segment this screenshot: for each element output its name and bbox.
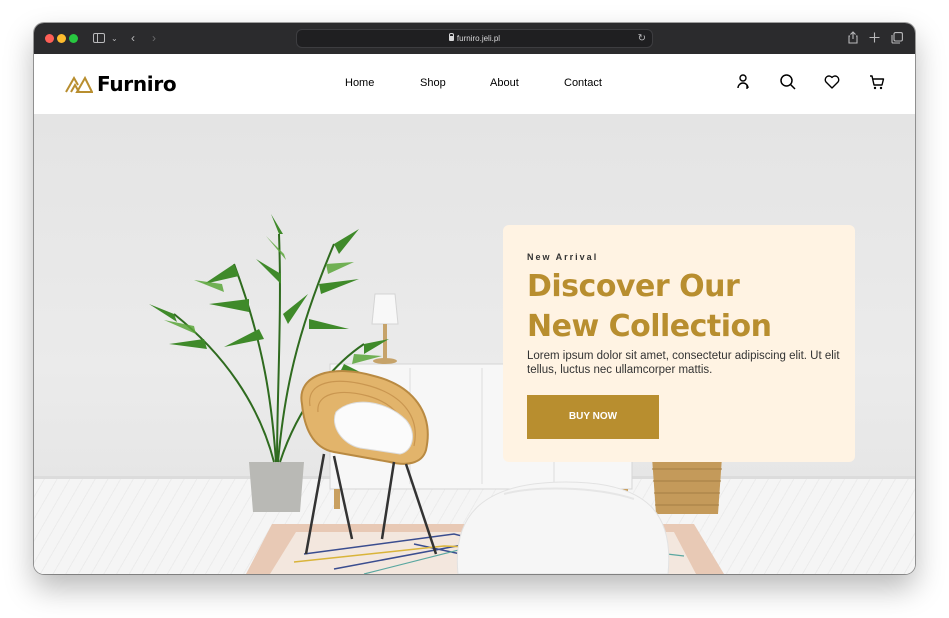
hero-title-line1: Discover Our [527,269,740,304]
maximize-window-button[interactable] [69,34,78,43]
hero-eyebrow: New Arrival [527,252,599,262]
nav-home[interactable]: Home [345,77,374,89]
buy-now-button[interactable]: BUY NOW [527,395,659,439]
address-url: furniro.jeli.pl [456,34,501,43]
hero-title-line2: New Collection [527,309,772,344]
hero-title: Discover Our New Collection [527,267,847,347]
nav-contact[interactable]: Contact [564,77,602,89]
lock-icon [448,33,454,41]
lamp-shade [371,293,399,325]
address-bar[interactable]: furniro.jeli.pl ↻ [296,29,653,48]
hero-card: New Arrival Discover Our New Collection … [503,225,855,462]
chevron-down-icon[interactable]: ⌄ [111,31,118,47]
pouf [456,481,670,574]
sidebar-toggle-icon[interactable] [93,33,105,43]
plant-pot [249,462,304,512]
nav-shop[interactable]: Shop [420,77,446,89]
account-icon[interactable] [735,73,753,91]
nav-about[interactable]: About [490,77,519,89]
logo-mark-icon [65,75,93,93]
search-icon[interactable] [779,73,797,91]
new-tab-icon[interactable] [869,32,880,43]
chevron-left-icon[interactable]: ‹ [131,30,135,46]
hero-section: New Arrival Discover Our New Collection … [34,114,915,574]
close-window-button[interactable] [45,34,54,43]
tab-overview-icon[interactable] [891,32,903,44]
minimize-window-button[interactable] [57,34,66,43]
browser-toolbar: ⌄ ‹ › furniro.jeli.pl ↻ [34,23,915,54]
logo[interactable]: Furniro [65,72,177,96]
share-icon[interactable] [847,31,859,44]
cart-icon[interactable] [868,73,886,91]
heart-icon[interactable] [823,73,841,91]
logo-text: Furniro [97,72,177,96]
site-header: Furniro Home Shop About Contact [34,54,915,114]
reload-icon[interactable]: ↻ [638,30,646,47]
browser-window: ⌄ ‹ › furniro.jeli.pl ↻ Furniro Home Sho… [34,23,915,574]
hero-description: Lorem ipsum dolor sit amet, consectetur … [527,350,840,376]
chevron-right-icon[interactable]: › [152,30,156,46]
